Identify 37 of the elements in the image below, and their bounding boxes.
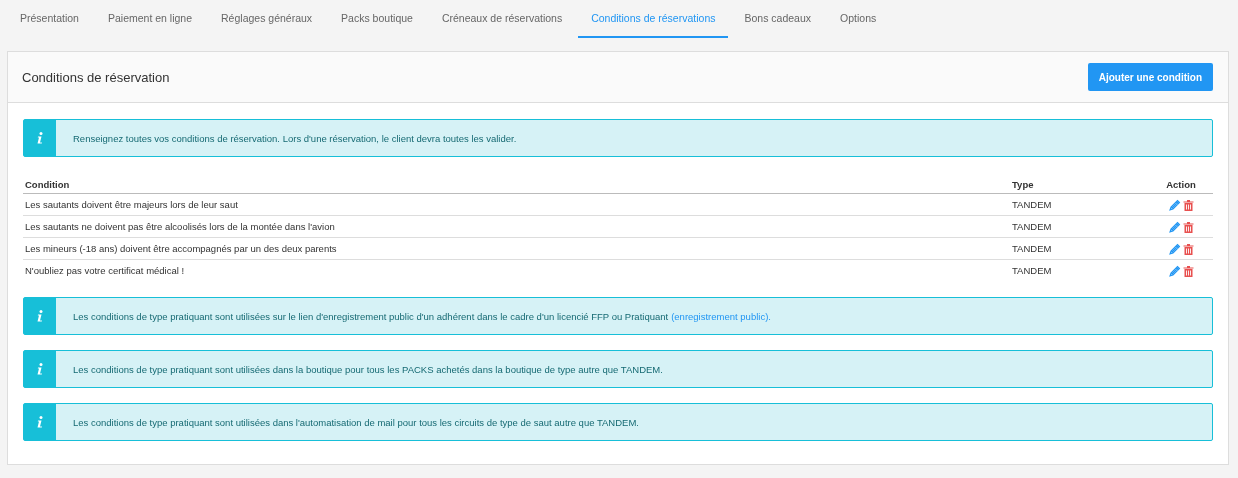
tab[interactable]: Conditions de réservations	[578, 0, 729, 38]
tab[interactable]: Options	[827, 0, 890, 38]
table-cell: Les sautants doivent être majeurs lors de leur saut	[23, 193, 1010, 216]
pencil-icon[interactable]	[1168, 220, 1181, 233]
table-cell: TANDEM	[1010, 215, 1149, 238]
alert-text: Les conditions de type pratiquant sont utilisées sur le lien d'enregistrement public d'un adhérent dans le cadre d'un licencié FFP ou Pratiquant (enregistrement public).	[72, 310, 771, 322]
panel-title: Conditions de réservation	[22, 69, 170, 85]
tab[interactable]: Présentation	[7, 0, 92, 38]
trash-icon[interactable]	[1182, 220, 1194, 233]
alert-text: Les conditions de type pratiquant sont utilisées dans l'automatisation de mail pour tous les circuits de type de saut autre que TANDEM.	[72, 416, 639, 428]
info-icon	[37, 132, 43, 144]
tab[interactable]: Créneaux de réservations	[428, 0, 576, 38]
info-icon	[37, 310, 43, 322]
tab[interactable]: Bons cadeaux	[731, 0, 825, 38]
pencil-icon[interactable]	[1168, 264, 1181, 277]
table-cell: TANDEM	[1010, 259, 1149, 281]
pencil-icon[interactable]	[1168, 242, 1181, 255]
trash-icon[interactable]	[1182, 198, 1194, 211]
table-cell: TANDEM	[1010, 237, 1149, 260]
tab[interactable]: Packs boutique	[328, 0, 426, 38]
tab[interactable]: Paiement en ligne	[94, 0, 206, 38]
column-header: Condition	[23, 177, 1010, 194]
table-cell: Les sautants ne doivent pas être alcoolisés lors de la montée dans l'avion	[23, 215, 1010, 238]
alert-text: Renseignez toutes vos conditions de réservation. Lors d'une réservation, le client devra toutes les valider.	[72, 132, 517, 144]
column-header: Action	[1149, 177, 1213, 194]
add-condition-button[interactable]: Ajouter une condition	[1087, 63, 1213, 91]
column-header: Type	[1010, 177, 1149, 194]
info-icon	[37, 416, 43, 428]
table-cell: TANDEM	[1010, 193, 1149, 216]
table-cell: N'oubliez pas votre certificat médical !	[23, 259, 1010, 281]
trash-icon[interactable]	[1182, 242, 1194, 255]
pencil-icon[interactable]	[1168, 198, 1181, 211]
tab[interactable]: Réglages généraux	[208, 0, 326, 38]
trash-icon[interactable]	[1182, 264, 1194, 277]
alert-text: Les conditions de type pratiquant sont utilisées dans la boutique pour tous les PACKS achetés dans la boutique de type autre que TANDEM.	[72, 363, 663, 375]
table-cell: Les mineurs (-18 ans) doivent être accompagnés par un des deux parents	[23, 237, 1010, 260]
info-icon	[37, 363, 43, 375]
